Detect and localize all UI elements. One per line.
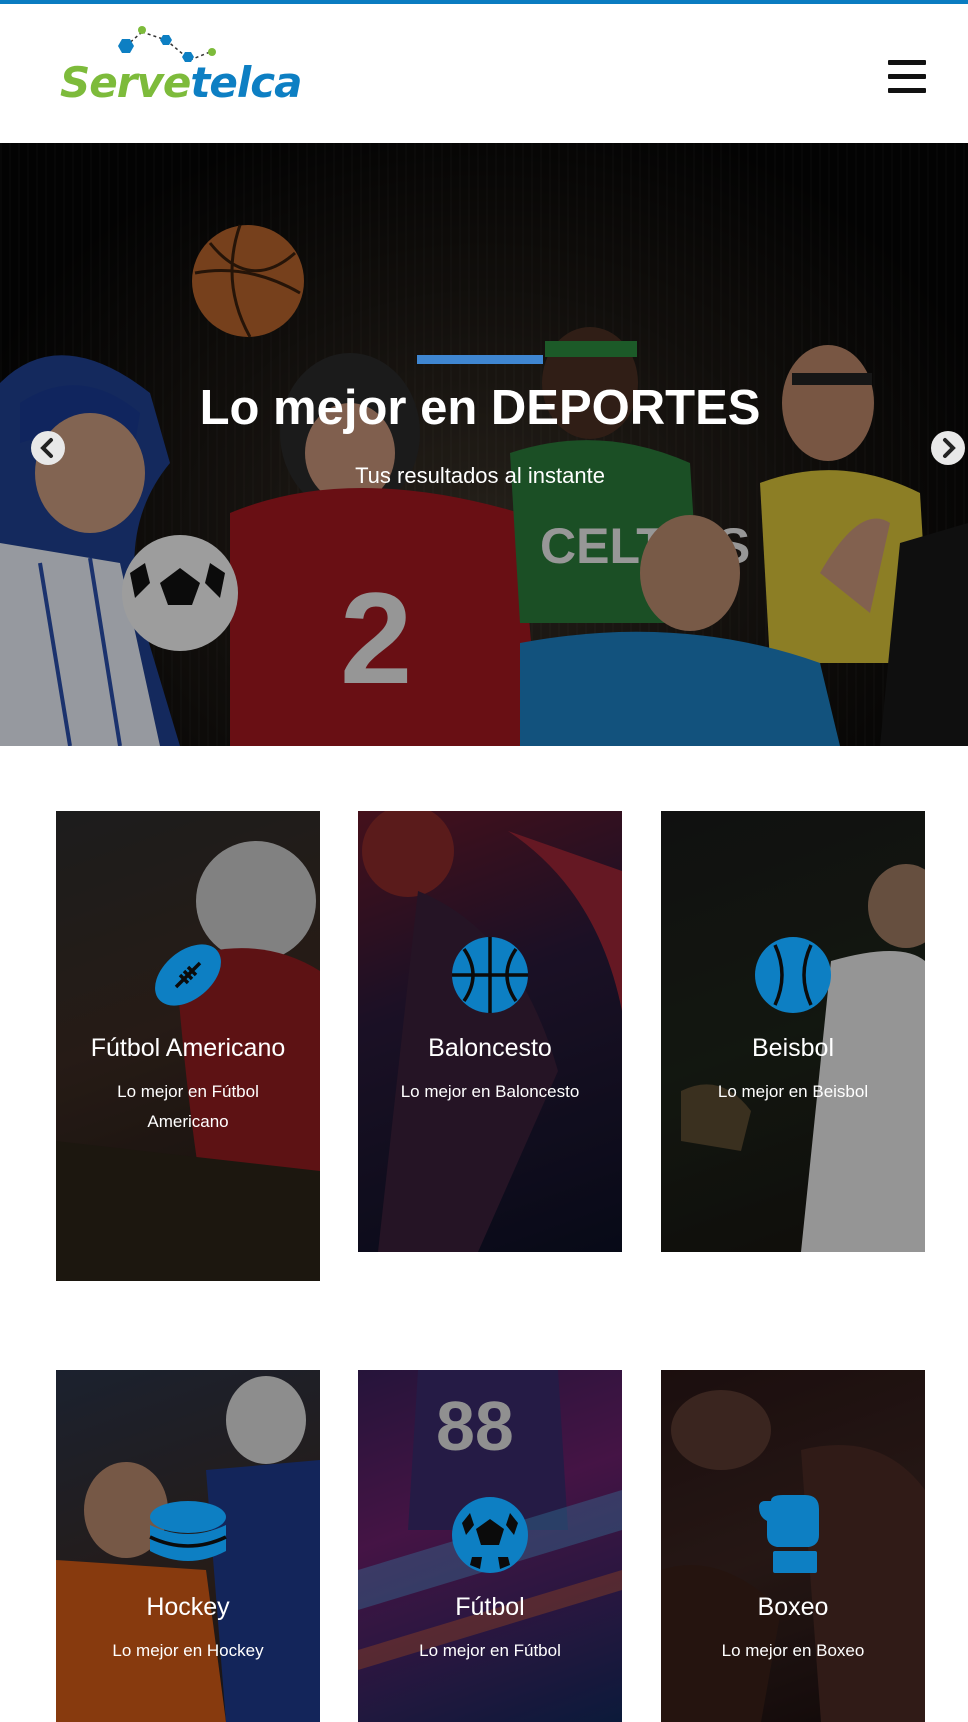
card-hockey[interactable]: Hockey Lo mejor en Hockey [56, 1370, 320, 1722]
card-beisbol[interactable]: Beisbol Lo mejor en Beisbol [661, 811, 925, 1252]
hero-slider: 2 CELTICS Lo mejor en DEPORTES Tus resul… [0, 143, 968, 746]
hero-title: Lo mejor en DEPORTES [199, 381, 761, 435]
logo-wordmark: Servetelca [60, 58, 303, 107]
hamburger-icon[interactable] [888, 60, 926, 94]
card-title: Baloncesto [428, 1034, 552, 1062]
servetelca-logo[interactable]: Servetelca [58, 22, 318, 112]
baseball-icon [755, 937, 831, 1013]
card-boxeo[interactable]: Boxeo Lo mejor en Boxeo [661, 1370, 925, 1722]
card-description: Lo mejor en Fútbol Americano [117, 1082, 259, 1131]
logo-network-graphic [118, 26, 216, 62]
basketball-icon [452, 937, 528, 1013]
hero-athletes-image: 2 CELTICS [0, 143, 968, 746]
hockey-puck-icon [149, 1501, 227, 1561]
card-futbol-americano[interactable]: Fútbol Americano Lo mejor en Fútbol Amer… [56, 811, 320, 1281]
card-title: Fútbol Americano [90, 1034, 286, 1062]
card-description: Lo mejor en Hockey [112, 1641, 264, 1660]
card-description: Lo mejor en Beisbol [717, 1082, 869, 1101]
card-futbol[interactable]: 88 Fútbol Lo mejor en Fútbol [358, 1370, 622, 1722]
logo-text-telca: telca [190, 58, 302, 107]
card-title: Hockey [146, 1593, 230, 1621]
football-icon [155, 944, 221, 1006]
hero-subtitle: Tus resultados al instante [355, 463, 605, 488]
card-title: Fútbol [455, 1593, 525, 1621]
card-title: Beisbol [752, 1034, 834, 1062]
soccer-ball-icon [452, 1497, 528, 1573]
logo-text-serve: Serve [60, 58, 191, 107]
card-description: Lo mejor en Fútbol [419, 1641, 561, 1660]
card-description: Lo mejor en Boxeo [721, 1641, 865, 1660]
site-header: Servetelca [0, 4, 968, 143]
card-title: Boxeo [757, 1593, 829, 1621]
chevron-right-icon[interactable] [931, 431, 965, 465]
hero-accent-line [417, 355, 543, 364]
chevron-left-icon[interactable] [31, 431, 65, 465]
card-description: Lo mejor en Baloncesto [400, 1082, 580, 1101]
card-baloncesto[interactable]: Baloncesto Lo mejor en Baloncesto [358, 811, 622, 1252]
boxing-glove-icon [759, 1495, 819, 1573]
